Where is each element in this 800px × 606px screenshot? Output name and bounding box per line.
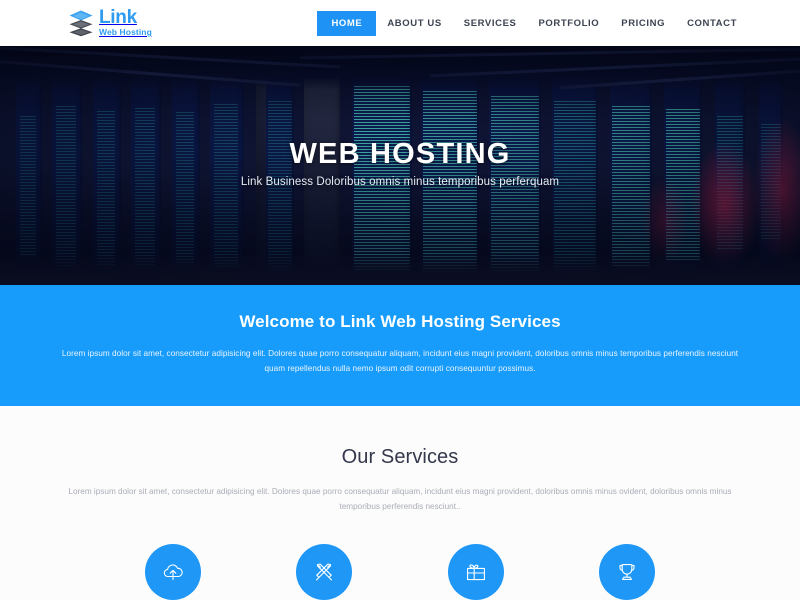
pencil-ruler-icon[interactable] [296, 544, 353, 600]
service-item-design[interactable] [296, 544, 353, 600]
site-logo[interactable]: Link Web Hosting [68, 7, 152, 37]
service-item-cloud[interactable] [145, 544, 201, 600]
services-section: Our Services Lorem ipsum dolor sit amet,… [0, 406, 800, 600]
hero-title: WEB HOSTING [289, 138, 511, 170]
logo-title: Link [99, 7, 137, 28]
service-icon-list [60, 544, 740, 600]
hero-content: WEB HOSTING Link Business Doloribus omni… [0, 46, 800, 285]
main-navigation: HOME ABOUT US SERVICES PORTFOLIO PRICING… [317, 10, 748, 36]
nav-item-services[interactable]: SERVICES [453, 11, 528, 36]
trophy-icon[interactable] [598, 544, 655, 600]
hero-subtitle: Link Business Doloribus omnis minus temp… [240, 176, 560, 188]
site-header: Link Web Hosting HOME ABOUT US SERVICES … [0, 0, 800, 46]
page-root: Link Web Hosting HOME ABOUT US SERVICES … [0, 0, 800, 606]
service-item-package[interactable] [447, 544, 504, 600]
nav-item-contact[interactable]: CONTACT [676, 11, 748, 36]
stacked-layers-icon [68, 9, 94, 37]
welcome-section: Welcome to Link Web Hosting Services Lor… [0, 285, 800, 406]
nav-item-about-us[interactable]: ABOUT US [376, 11, 452, 36]
service-item-award[interactable] [598, 544, 655, 600]
gift-box-icon[interactable] [447, 544, 504, 600]
services-text: Lorem ipsum dolor sit amet, consectetur … [68, 487, 732, 511]
services-title: Our Services [341, 446, 459, 468]
logo-subtitle: Web Hosting [99, 27, 152, 37]
logo-text: Link Web Hosting [99, 7, 152, 37]
cloud-upload-icon[interactable] [145, 544, 201, 600]
hero-banner: WEB HOSTING Link Business Doloribus omni… [0, 46, 800, 285]
welcome-title: Welcome to Link Web Hosting Services [239, 312, 561, 331]
nav-item-home[interactable]: HOME [317, 10, 377, 36]
welcome-text: Lorem ipsum dolor sit amet, consectetur … [61, 349, 739, 373]
nav-item-pricing[interactable]: PRICING [610, 11, 676, 36]
nav-item-portfolio[interactable]: PORTFOLIO [527, 11, 610, 36]
